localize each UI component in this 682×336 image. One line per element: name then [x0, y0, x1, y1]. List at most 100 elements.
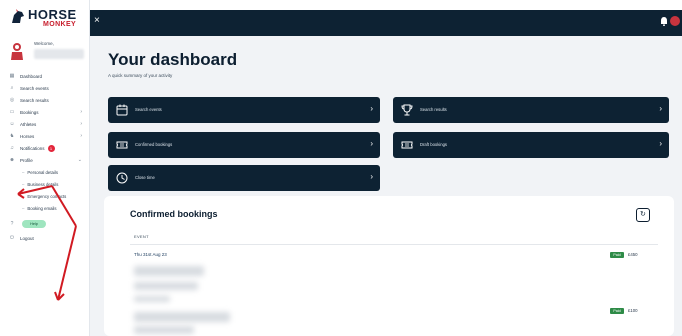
status-badge: Paid [610, 308, 624, 314]
bell-icon: ♫ [10, 145, 14, 151]
event-date[interactable]: Thu 31st Aug 23 [134, 252, 167, 257]
chevron-right-icon: › [370, 139, 373, 148]
grid-icon: ▦ [9, 73, 15, 79]
sidebar-item-help[interactable]: ? Help [8, 218, 88, 230]
sidebar-item-search-results[interactable]: ◎ Search results [8, 94, 88, 106]
main-content: Your dashboard A quick summary of your a… [90, 36, 682, 336]
status-badge: Paid [610, 252, 624, 258]
card-confirmed-bookings[interactable]: Confirmed bookings › [108, 132, 380, 158]
sidebar-subitem-label: Emergency contacts [27, 193, 67, 199]
card-label: Close time [135, 175, 155, 180]
page-title: Your dashboard [108, 50, 238, 69]
bell-icon[interactable] [660, 16, 668, 26]
brand-logo[interactable]: HORSE MONKEY [10, 6, 86, 32]
trophy-icon [401, 104, 413, 116]
confirmed-bookings-panel: Confirmed bookings ↻ EVENT Thu 31st Aug … [104, 196, 674, 336]
help-icon: ? [10, 221, 14, 227]
chevron-right-icon: › [659, 104, 662, 113]
user-avatar-icon[interactable] [670, 16, 680, 26]
redacted-text [134, 282, 198, 290]
card-label: Search events [135, 107, 162, 112]
clock-icon [116, 172, 128, 184]
calendar-icon [116, 104, 128, 116]
sidebar-subitem-label: Booking emails [27, 205, 57, 211]
refresh-icon: ↻ [640, 211, 646, 218]
chevron-down-icon: ⌄ [77, 157, 82, 163]
dash-icon: – [22, 205, 25, 211]
ticket-icon: ▭ [9, 109, 15, 115]
card-search-results[interactable]: Search results › [393, 97, 669, 123]
sidebar-item-profile[interactable]: ☻ Profile ⌄ [8, 154, 88, 166]
dash-icon: – [22, 193, 25, 199]
booking-amount: £450 [628, 252, 638, 257]
page-subtitle: A quick summary of your activity [108, 73, 173, 78]
card-draft-bookings[interactable]: Draft bookings › [393, 132, 669, 158]
sidebar-item-search-events[interactable]: ⌕ Search events [8, 82, 88, 94]
sidebar-item-label: Search results [20, 97, 49, 103]
sidebar-item-athletes[interactable]: ☺ Athletes › [8, 118, 88, 130]
sidebar-subitem-booking-emails[interactable]: – Booking emails [8, 202, 88, 214]
search-icon: ⌕ [10, 85, 14, 91]
sidebar-item-label: Notifications [20, 145, 45, 151]
avatar [11, 43, 23, 60]
refresh-button[interactable]: ↻ [636, 208, 650, 222]
sidebar-item-label: Bookings [20, 109, 39, 115]
redacted-text [134, 266, 204, 276]
help-pill[interactable]: Help [22, 220, 46, 228]
logout-icon: ⏻ [10, 235, 14, 241]
sidebar-item-horses[interactable]: ♞ Horses › [8, 130, 88, 142]
sidebar-item-label: Horses [20, 133, 35, 139]
chevron-right-icon: › [370, 172, 373, 181]
sidebar-item-label: Search events [20, 85, 49, 91]
sidebar-item-notifications[interactable]: ♫ Notifications 1 [8, 142, 88, 154]
column-header-event: EVENT [134, 234, 149, 239]
notification-count-badge: 1 [47, 144, 55, 152]
person-icon: ☺ [9, 121, 15, 127]
sidebar-subitem-label: Personal details [27, 169, 58, 175]
redacted-text [134, 312, 230, 322]
chevron-right-icon: › [80, 109, 82, 115]
dash-icon: – [22, 169, 25, 175]
sidebar-subitem-personal-details[interactable]: – Personal details [8, 166, 88, 178]
booking-amount: £100 [628, 308, 638, 313]
horse-icon: ♞ [9, 133, 15, 139]
chevron-right-icon: › [370, 104, 373, 113]
sidebar: HORSE MONKEY Welcome, ▦ Dashboard ⌕ Sear… [0, 0, 90, 336]
welcome-name-redacted [34, 49, 84, 59]
sidebar-subitem-emergency-contacts[interactable]: – Emergency contacts [8, 190, 88, 202]
sidebar-item-bookings[interactable]: ▭ Bookings › [8, 106, 88, 118]
user-welcome: Welcome, [8, 40, 88, 70]
card-label: Confirmed bookings [135, 142, 173, 147]
results-icon: ◎ [9, 97, 15, 103]
sidebar-item-label: Dashboard [20, 73, 43, 79]
welcome-label: Welcome, [34, 41, 54, 46]
redacted-text [134, 296, 170, 302]
ticket-icon [116, 141, 128, 149]
card-search-events[interactable]: Search events › [108, 97, 380, 123]
sidebar-item-dashboard[interactable]: ▦ Dashboard [8, 70, 88, 82]
sidebar-subitem-business-details[interactable]: – Business details [8, 178, 88, 190]
chevron-right-icon: › [659, 139, 662, 148]
brand-word-horse: HORSE [28, 7, 77, 22]
card-close-time[interactable]: Close time › [108, 165, 380, 191]
panel-title: Confirmed bookings [130, 209, 218, 219]
brand-word-monkey: MONKEY [43, 21, 77, 28]
dash-icon: – [22, 181, 25, 187]
sidebar-item-label: Profile [20, 157, 33, 163]
sidebar-item-label: Logout [20, 235, 34, 241]
card-label: Draft bookings [420, 142, 447, 147]
card-label: Search results [420, 107, 447, 112]
sidebar-subitem-label: Business details [27, 181, 59, 187]
sidebar-item-label: Athletes [20, 121, 37, 127]
user-icon: ☻ [9, 157, 15, 163]
ticket-icon [401, 141, 413, 149]
sidebar-item-logout[interactable]: ⏻ Logout [8, 232, 88, 244]
sidebar-nav: ▦ Dashboard ⌕ Search events ◎ Search res… [8, 70, 88, 244]
chevron-right-icon: › [80, 133, 82, 139]
close-icon[interactable]: × [94, 16, 100, 26]
top-bar: × [90, 10, 682, 36]
horse-logo-icon [12, 9, 24, 23]
redacted-text [134, 326, 194, 334]
divider [130, 244, 658, 245]
chevron-right-icon: › [80, 121, 82, 127]
